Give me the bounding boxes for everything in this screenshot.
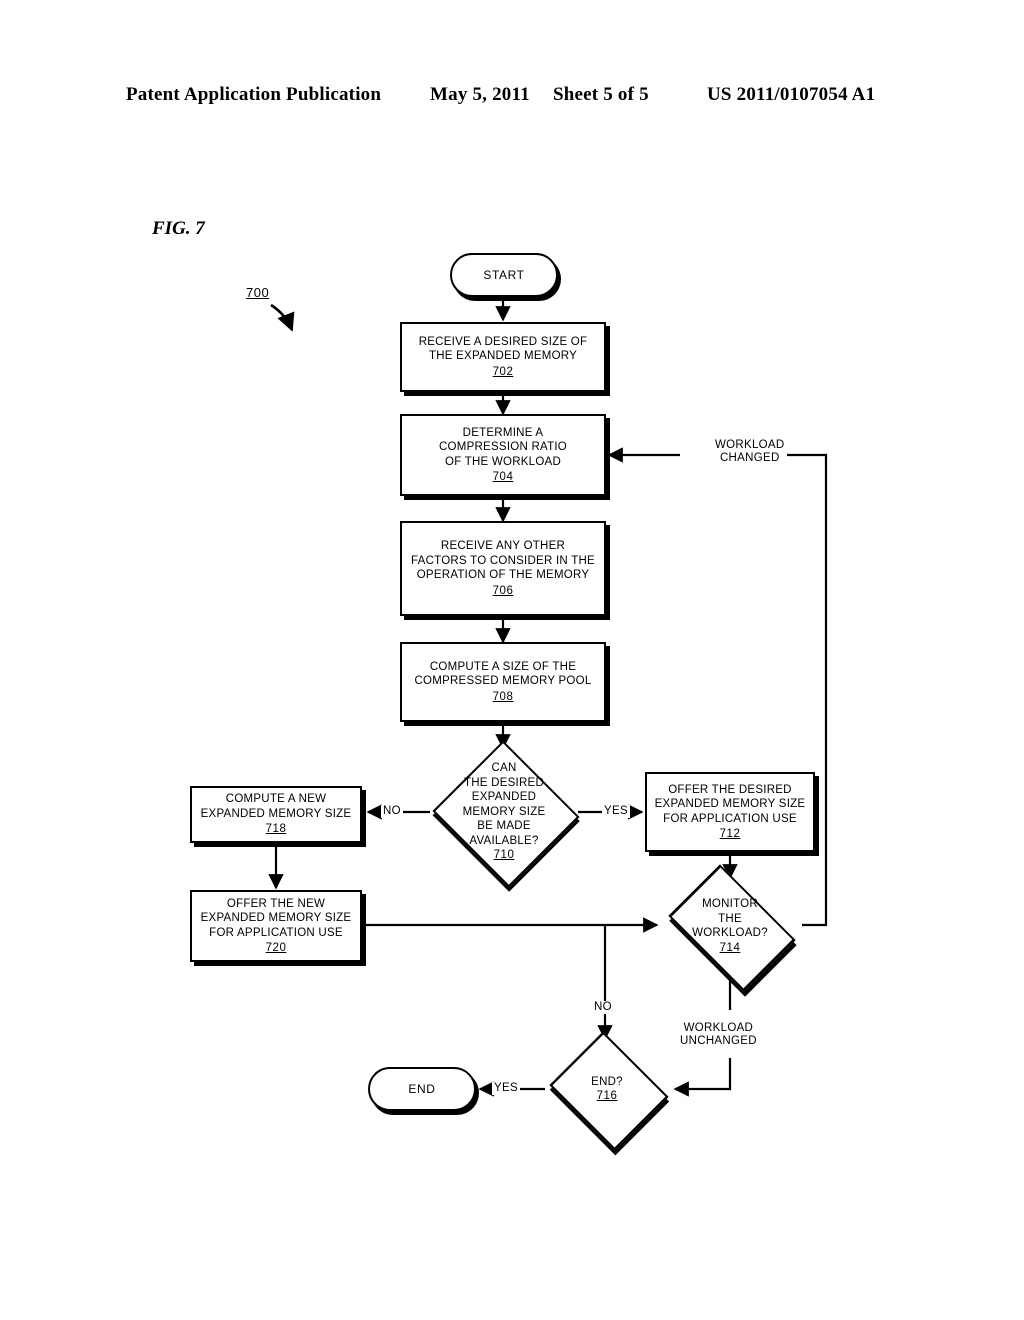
- header-patent-number: US 2011/0107054 A1: [707, 84, 876, 105]
- process-718-label: COMPUTE A NEW EXPANDED MEMORY SIZE: [200, 793, 352, 820]
- process-708-label: COMPUTE A SIZE OF THE COMPRESSED MEMORY …: [414, 660, 592, 688]
- process-704-label: DETERMINE A COMPRESSION RATIO OF THE WOR…: [439, 426, 567, 468]
- process-708-number: 708: [492, 690, 514, 703]
- terminal-end: END: [368, 1067, 476, 1111]
- edge-label-workload-changed: WORKLOAD CHANGED: [713, 439, 787, 465]
- process-712-number: 712: [719, 828, 741, 840]
- figure-reference-700: 700: [246, 285, 270, 300]
- decision-716-label: END? 716: [591, 1075, 623, 1103]
- edge-label-yes-716: YES: [492, 1082, 520, 1095]
- process-712-label: OFFER THE DESIRED EXPANDED MEMORY SIZE F…: [654, 783, 806, 825]
- decision-710-label: CAN THE DESIRED EXPANDED MEMORY SIZE BE …: [462, 762, 546, 862]
- decision-710: CAN THE DESIRED EXPANDED MEMORY SIZE BE …: [430, 740, 580, 888]
- process-718: COMPUTE A NEW EXPANDED MEMORY SIZE 718: [190, 786, 362, 843]
- header-sheet-number: Sheet 5 of 5: [553, 84, 649, 105]
- process-704-number: 704: [492, 471, 514, 483]
- process-720-number: 720: [265, 942, 287, 954]
- process-706: RECEIVE ANY OTHER FACTORS TO CONSIDER IN…: [400, 521, 606, 616]
- edge-label-workload-unchanged: WORKLOAD UNCHANGED: [678, 1022, 759, 1048]
- process-720: OFFER THE NEW EXPANDED MEMORY SIZE FOR A…: [190, 890, 362, 962]
- decision-714-number: 714: [719, 941, 741, 954]
- terminal-end-label: END: [408, 1081, 436, 1096]
- edge-label-no-710: NO: [381, 805, 403, 818]
- process-704: DETERMINE A COMPRESSION RATIO OF THE WOR…: [400, 414, 606, 496]
- decision-714: MONITOR THE WORKLOAD? 714: [658, 864, 802, 992]
- patent-drawing-sheet: Patent Application Publication May 5, 20…: [0, 0, 1024, 1320]
- process-702-number: 702: [492, 365, 514, 378]
- process-720-label: OFFER THE NEW EXPANDED MEMORY SIZE FOR A…: [200, 897, 352, 939]
- process-718-number: 718: [265, 823, 287, 836]
- figure-label: FIG. 7: [152, 218, 205, 239]
- process-706-label: RECEIVE ANY OTHER FACTORS TO CONSIDER IN…: [411, 540, 595, 581]
- decision-716-number: 716: [596, 1090, 618, 1102]
- header-publication-title: Patent Application Publication: [126, 84, 382, 105]
- process-706-number: 706: [492, 584, 514, 597]
- terminal-start: START: [450, 253, 558, 297]
- process-712: OFFER THE DESIRED EXPANDED MEMORY SIZE F…: [645, 772, 815, 852]
- edge-label-yes-710: YES: [602, 805, 630, 818]
- process-702-label: RECEIVE A DESIRED SIZE OF THE EXPANDED M…: [418, 335, 588, 363]
- decision-716: END? 716: [545, 1031, 669, 1151]
- decision-714-label: MONITOR THE WORKLOAD? 714: [692, 898, 768, 954]
- process-702: RECEIVE A DESIRED SIZE OF THE EXPANDED M…: [400, 322, 606, 392]
- decision-710-number: 710: [493, 849, 515, 862]
- edge-label-no-716: NO: [592, 1001, 614, 1014]
- terminal-start-label: START: [483, 267, 525, 282]
- process-708: COMPUTE A SIZE OF THE COMPRESSED MEMORY …: [400, 642, 606, 722]
- header-publication-date: May 5, 2011: [430, 84, 530, 105]
